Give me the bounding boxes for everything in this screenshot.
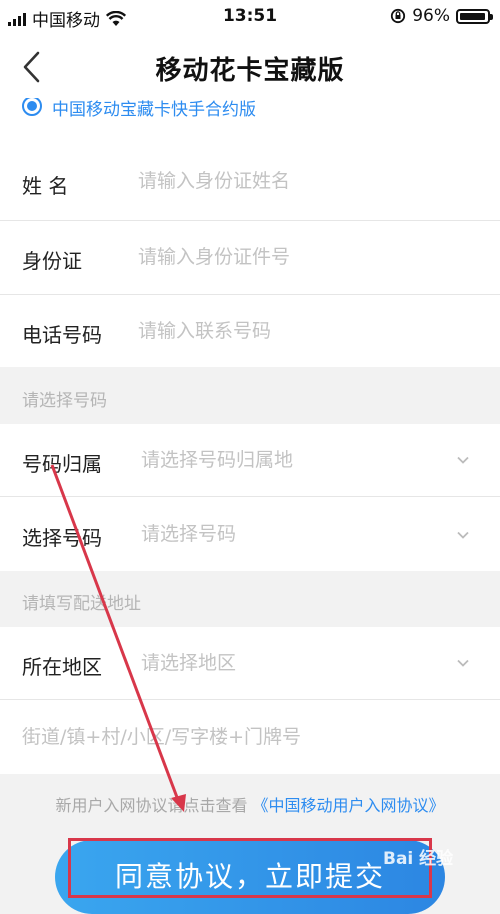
name-input[interactable] <box>138 170 458 192</box>
region-select[interactable] <box>141 652 461 674</box>
region-label: 所在地区 <box>22 655 102 679</box>
choose-number-select[interactable] <box>141 523 461 545</box>
id-card-label: 身份证 <box>22 249 82 273</box>
agreement-prefix: 新用户入网协议请点击查看 <box>55 796 248 815</box>
agreement-link[interactable]: 《中国移动用户入网协议》 <box>253 796 445 815</box>
form-row-id-card: 身份证 <box>0 221 500 294</box>
id-card-input[interactable] <box>138 246 458 268</box>
phone-label: 电话号码 <box>22 323 102 347</box>
nav-bar: 移动花卡宝藏版 <box>0 34 500 98</box>
radio-selected-icon[interactable] <box>22 98 42 116</box>
form-row-street <box>0 700 500 774</box>
number-location-label: 号码归属 <box>22 452 102 476</box>
street-address-input[interactable] <box>22 726 482 748</box>
battery-fill <box>460 12 485 20</box>
form-row-number-location[interactable]: 号码归属 <box>0 424 500 496</box>
section-address-label: 请填写配送地址 <box>22 594 141 614</box>
annotation-highlight-box <box>68 838 432 898</box>
plan-label: 中国移动宝藏卡快手合约版 <box>52 100 256 120</box>
status-right: 96% <box>390 6 493 26</box>
agreement-notice: 新用户入网协议请点击查看 《中国移动用户入网协议》 <box>0 792 500 816</box>
battery-icon <box>456 8 493 24</box>
section-header-address: 请填写配送地址 <box>0 571 500 627</box>
form-row-name: 姓 名 <box>0 144 500 220</box>
plan-option[interactable]: 中国移动宝藏卡快手合约版 <box>0 98 500 144</box>
watermark: Bai 经验 <box>383 849 454 869</box>
orientation-lock-icon <box>391 8 406 24</box>
section-header-number: 请选择号码 <box>0 367 500 424</box>
battery-percent: 96% <box>412 6 450 26</box>
form-row-phone: 电话号码 <box>0 295 500 367</box>
name-label: 姓 名 <box>22 174 69 198</box>
form-row-region[interactable]: 所在地区 <box>0 627 500 699</box>
page-title: 移动花卡宝藏版 <box>155 56 345 86</box>
choose-number-label: 选择号码 <box>22 526 102 550</box>
number-location-select[interactable] <box>141 449 461 471</box>
chevron-down-icon[interactable] <box>456 656 470 670</box>
phone-input[interactable] <box>138 320 458 342</box>
section-number-label: 请选择号码 <box>22 391 107 411</box>
form-row-choose-number[interactable]: 选择号码 <box>0 497 500 571</box>
status-bar: 中国移动 13:51 96% <box>0 0 500 34</box>
chevron-down-icon[interactable] <box>456 453 470 467</box>
chevron-down-icon[interactable] <box>456 528 470 542</box>
